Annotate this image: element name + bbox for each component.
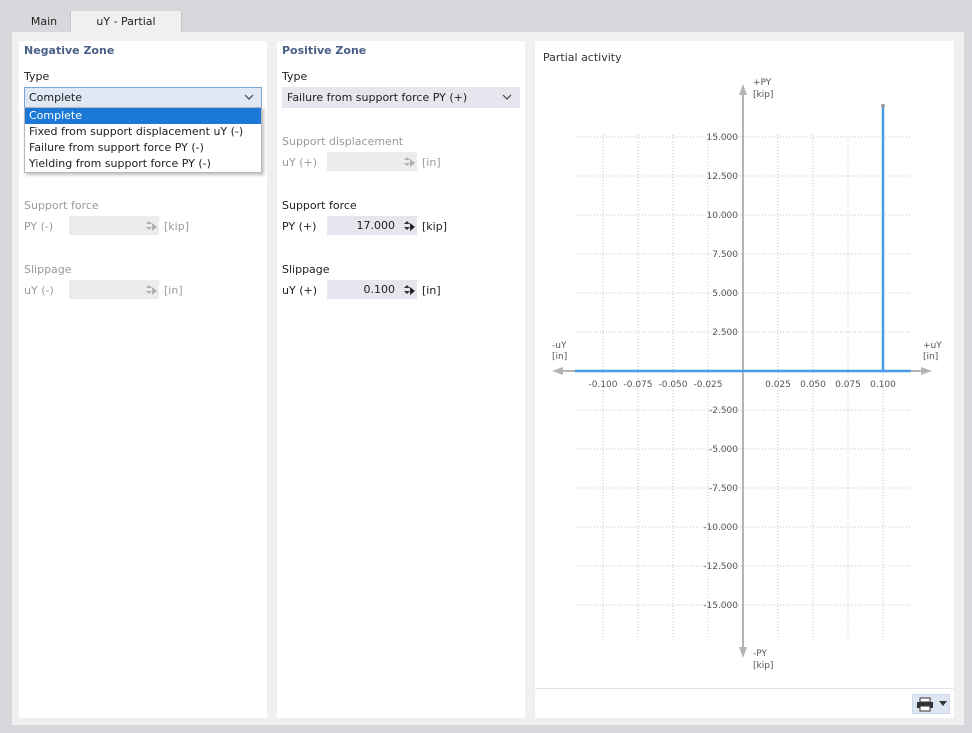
chevron-down-icon (502, 94, 512, 100)
y-tick-label: -2.500 (709, 406, 738, 416)
x-axis-label-neg: -uY (552, 341, 567, 351)
negative-support-force-input[interactable] (69, 216, 159, 235)
negative-type-value: Complete (29, 91, 83, 104)
tab-partial-activity[interactable]: uY - Partial Activity (70, 11, 182, 49)
expand-arrow-icon[interactable] (408, 222, 416, 232)
expand-arrow-icon[interactable] (408, 158, 416, 168)
x-tick-label: -0.025 (693, 380, 722, 390)
x-tick-label: 0.050 (800, 380, 826, 390)
chevron-down-icon[interactable] (939, 701, 947, 707)
x-tick-label: 0.025 (765, 380, 791, 390)
x-axis-arrow-right (921, 367, 932, 375)
positive-slippage-label: uY (+) (282, 284, 317, 297)
expand-arrow-icon[interactable] (150, 222, 158, 232)
dropdown-option-fixed-displacement[interactable]: Fixed from support displacement uY (-) (25, 124, 261, 140)
chart-footer-divider (535, 688, 954, 689)
partial-activity-chart: -0.100 -0.075 -0.050 -0.025 0.025 0.050 0.075 0… (552, 78, 942, 671)
y-axis-arrow-down (739, 647, 747, 658)
chevron-down-icon (244, 94, 254, 100)
y-tick-label: -5.000 (709, 445, 738, 455)
negative-slippage-label: uY (-) (24, 284, 54, 297)
y-tick-label: 7.500 (712, 250, 738, 260)
positive-support-displacement-unit: [in] (422, 156, 441, 169)
x-axis-unit-pos: [in] (923, 352, 938, 362)
dropdown-option-yielding-force[interactable]: Yielding from support force PY (-) (25, 156, 261, 172)
positive-support-force-section: Support force (282, 199, 357, 212)
y-tick-label: 15.000 (707, 133, 739, 143)
positive-support-displacement-label: uY (+) (282, 156, 317, 169)
y-tick-label: 10.000 (707, 211, 739, 221)
expand-arrow-icon[interactable] (150, 286, 158, 296)
negative-zone-title: Negative Zone (24, 44, 115, 57)
x-tick-label: -0.075 (623, 380, 652, 390)
negative-slippage-unit: [in] (164, 284, 183, 297)
y-axis-label-neg: -PY (753, 649, 767, 659)
x-axis-arrow-left (552, 367, 563, 375)
tab-bar: Main uY - Partial Activity (0, 0, 972, 49)
positive-type-select[interactable]: Failure from support force PY (+) (282, 87, 520, 108)
negative-support-force-section: Support force (24, 199, 99, 212)
y-tick-label: 5.000 (712, 289, 738, 299)
series-point (881, 103, 885, 108)
y-axis-arrow-up (739, 84, 747, 95)
y-tick-label: 12.500 (707, 172, 739, 182)
negative-type-label: Type (24, 70, 50, 83)
positive-zone-title: Positive Zone (282, 44, 367, 57)
x-axis-label-pos: +uY (923, 341, 942, 351)
printer-icon (917, 697, 933, 712)
negative-type-select[interactable]: Complete (24, 87, 262, 108)
positive-support-displacement-input[interactable] (327, 152, 417, 171)
negative-support-force-label: PY (-) (24, 220, 54, 233)
tab-main[interactable]: Main (18, 11, 70, 32)
x-tick-label: 0.075 (835, 380, 861, 390)
y-tick-label: 2.500 (712, 328, 738, 338)
positive-slippage-section: Slippage (282, 263, 330, 276)
y-axis-unit-pos: [kip] (753, 90, 773, 100)
positive-slippage-unit: [in] (422, 284, 441, 297)
y-axis-unit-neg: [kip] (753, 661, 773, 671)
expand-arrow-icon[interactable] (408, 286, 416, 296)
positive-support-force-input[interactable]: 17.000 (327, 216, 417, 235)
y-axis-label-pos: +PY (753, 78, 772, 88)
y-tick-label: -10.000 (703, 523, 738, 533)
positive-type-value: Failure from support force PY (+) (287, 91, 468, 104)
x-tick-label: -0.100 (588, 380, 617, 390)
dropdown-option-complete[interactable]: Complete (25, 108, 261, 124)
positive-support-force-unit: [kip] (422, 220, 447, 233)
negative-type-dropdown: Complete Fixed from support displacement… (24, 107, 262, 173)
chart-title: Partial activity (543, 51, 622, 64)
y-tick-label: -15.000 (703, 601, 738, 611)
x-axis-unit-neg: [in] (552, 352, 567, 362)
y-tick-label: -12.500 (703, 562, 738, 572)
x-tick-label: 0.100 (870, 380, 896, 390)
dropdown-option-failure-force[interactable]: Failure from support force PY (-) (25, 140, 261, 156)
positive-slippage-input[interactable]: 0.100 (327, 280, 417, 299)
y-tick-label: -7.500 (709, 484, 738, 494)
positive-support-force-label: PY (+) (282, 220, 317, 233)
negative-support-force-unit: [kip] (164, 220, 189, 233)
negative-slippage-input[interactable] (69, 280, 159, 299)
positive-type-label: Type (282, 70, 308, 83)
x-tick-label: -0.050 (658, 380, 687, 390)
print-button[interactable] (912, 694, 950, 714)
negative-slippage-section: Slippage (24, 263, 72, 276)
positive-support-displacement-section: Support displacement (282, 135, 404, 148)
